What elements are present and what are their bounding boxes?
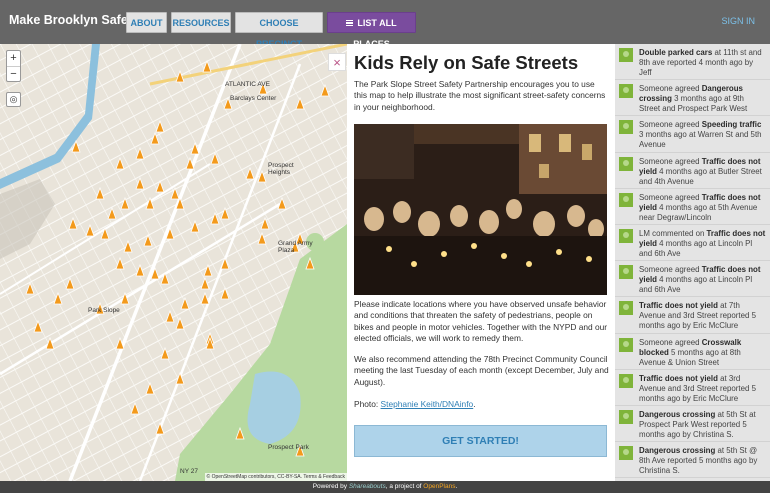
activity-place-type[interactable]: Double parked cars xyxy=(639,48,712,57)
activity-item[interactable]: Someone agreed Dangerous crossing 3 mont… xyxy=(615,80,770,117)
activity-text: LM commented on Traffic does not yield 4… xyxy=(639,229,767,260)
user-avatar-icon xyxy=(619,156,633,171)
activity-place-type[interactable]: Dangerous crossing xyxy=(639,410,715,419)
activity-item[interactable]: LM commented on Traffic does not yield 4… xyxy=(615,225,770,262)
footer-suffix: . xyxy=(455,483,458,490)
user-avatar-icon xyxy=(619,84,633,99)
user-avatar-icon xyxy=(619,228,633,243)
close-panel-button[interactable]: × xyxy=(328,53,346,71)
list-all-places-button[interactable]: LIST ALL PLACES xyxy=(327,12,416,49)
panel-title: Kids Rely on Safe Streets xyxy=(354,52,579,73)
activity-place-type[interactable]: Traffic does not yield xyxy=(639,374,718,383)
user-avatar-icon xyxy=(619,48,633,62)
panel-body: Please indicate locations where you have… xyxy=(354,299,608,343)
sign-in-link[interactable]: SIGN IN xyxy=(721,16,755,26)
user-avatar-icon xyxy=(619,337,633,352)
activity-stream[interactable]: Double parked cars at 11th st and 8th av… xyxy=(615,44,770,481)
user-avatar-icon xyxy=(619,192,633,207)
photo-credit-prefix: Photo: xyxy=(354,399,381,409)
list-icon xyxy=(346,20,354,26)
panel-meeting: We also recommend attending the 78th Pre… xyxy=(354,354,609,387)
activity-actor: LM commented on xyxy=(639,228,707,238)
activity-actor: Someone agreed xyxy=(639,265,702,275)
map-label-atlantic: ATLANTIC AVE xyxy=(225,81,270,88)
activity-place-type[interactable]: Speeding traffic xyxy=(702,120,762,129)
candlelight-vigil-photo xyxy=(354,124,607,295)
activity-text: Someone agreed Traffic does not yield 4 … xyxy=(639,265,767,296)
user-avatar-icon xyxy=(619,409,633,424)
nav-resources-button[interactable]: RESOURCES xyxy=(171,12,231,33)
user-avatar-icon xyxy=(619,120,633,135)
footer-prefix: Powered by xyxy=(312,483,349,490)
map-canvas[interactable] xyxy=(0,44,347,481)
top-navbar: Make Brooklyn Safer ABOUT RESOURCES CHOO… xyxy=(0,0,770,49)
activity-detail: 3 months ago at Warren St and 5th Avenue xyxy=(639,130,762,150)
get-started-button[interactable]: GET STARTED! xyxy=(354,425,607,457)
map-label-grand-army-plaza: Grand Army Plaza xyxy=(278,240,313,254)
openplans-link[interactable]: OpenPlans xyxy=(423,483,455,490)
nav-about-button[interactable]: ABOUT xyxy=(126,12,167,33)
activity-text: Someone agreed Speeding traffic 3 months… xyxy=(639,120,767,151)
info-panel: Kids Rely on Safe Streets The Park Slope… xyxy=(347,44,615,481)
activity-item[interactable]: Someone agreed Traffic does not yield 4 … xyxy=(615,153,770,189)
map-label-park-slope: Park Slope xyxy=(88,307,120,314)
activity-place-type[interactable]: Traffic does not yield xyxy=(639,301,718,310)
activity-text: Traffic does not yield at 3rd Avenue and… xyxy=(639,374,767,405)
map-label-barclays: Barclays Center xyxy=(230,95,277,102)
activity-item[interactable]: Traffic does not yield at 3rd Avenue and… xyxy=(615,370,770,406)
map-label-ny27: NY 27 xyxy=(180,468,198,475)
zoom-out-button[interactable]: − xyxy=(7,66,20,81)
site-title[interactable]: Make Brooklyn Safer xyxy=(9,13,133,27)
activity-text: Dangerous crossing at 5th St at Prospect… xyxy=(639,410,767,441)
activity-text: Someone agreed Traffic does not yield 4 … xyxy=(639,193,767,224)
activity-item[interactable]: Traffic does not yield at 7th Avenue and… xyxy=(615,297,770,334)
photo-credit-link[interactable]: Stephanie Keith/DNAinfo xyxy=(381,399,474,409)
activity-actor: Someone agreed xyxy=(639,120,702,130)
activity-item[interactable]: Double parked cars at 11th st and 8th av… xyxy=(615,44,770,81)
activity-actor: Someone agreed xyxy=(639,156,702,166)
activity-actor: Someone agreed xyxy=(639,192,702,202)
map-view[interactable]: ATLANTIC AVE Barclays Center Prospect He… xyxy=(0,44,347,481)
footer: Powered by Shareabouts, a project of Ope… xyxy=(0,481,770,493)
zoom-in-button[interactable]: + xyxy=(7,51,20,66)
activity-detail: 4 months ago at Butler Street and 4th Av… xyxy=(639,166,762,186)
user-avatar-icon xyxy=(619,446,633,461)
activity-item[interactable]: Someone agreed Crosswalk blocked 5 month… xyxy=(615,334,770,370)
user-avatar-icon xyxy=(619,265,633,280)
activity-text: Someone agreed Dangerous crossing 3 mont… xyxy=(639,84,767,115)
activity-text: Double parked cars at 11th st and 8th av… xyxy=(639,48,767,79)
activity-item[interactable]: Dangerous crossing at 5th St at Prospect… xyxy=(615,406,770,443)
locate-icon[interactable]: ◎ xyxy=(6,92,21,107)
user-avatar-icon xyxy=(619,301,633,316)
photo-credit-suffix: . xyxy=(473,399,476,409)
nav-choose-precinct-button[interactable]: CHOOSE PRECINCT xyxy=(235,12,323,49)
activity-place-type[interactable]: Dangerous crossing xyxy=(639,446,715,455)
activity-item[interactable]: Someone agreed Speeding traffic 3 months… xyxy=(615,116,770,153)
map-label-prospect-park: Prospect Park xyxy=(268,444,309,451)
user-avatar-icon xyxy=(619,373,633,388)
activity-text: Someone agreed Crosswalk blocked 5 month… xyxy=(639,338,767,369)
activity-detail: 4 months ago at 5th Avenue near Degraw/L… xyxy=(639,202,758,222)
activity-actor: Someone agreed xyxy=(639,84,702,94)
map-attribution[interactable]: © OpenStreetMap contributors, CC-BY-SA. … xyxy=(204,473,347,481)
footer-mid: , a project of xyxy=(385,483,424,490)
zoom-control: + − xyxy=(6,50,21,82)
shareabouts-link[interactable]: Shareabouts xyxy=(349,483,386,490)
activity-text: Traffic does not yield at 7th Avenue and… xyxy=(639,301,767,332)
activity-item[interactable]: Dangerous crossing at 5th St @ 8th Ave r… xyxy=(615,442,770,479)
photo-credit: Photo: Stephanie Keith/DNAinfo. xyxy=(354,399,609,410)
activity-item[interactable]: Someone agreed Traffic does not yield 4 … xyxy=(615,261,770,298)
panel-intro: The Park Slope Street Safety Partnership… xyxy=(354,79,606,112)
map-label-prospect-heights: Prospect Heights xyxy=(268,162,294,176)
activity-actor: Someone agreed xyxy=(639,337,702,347)
activity-text: Dangerous crossing at 5th St @ 8th Ave r… xyxy=(639,446,767,477)
activity-item[interactable]: Someone agreed Traffic does not yield 4 … xyxy=(615,189,770,225)
activity-text: Someone agreed Traffic does not yield 4 … xyxy=(639,157,767,188)
